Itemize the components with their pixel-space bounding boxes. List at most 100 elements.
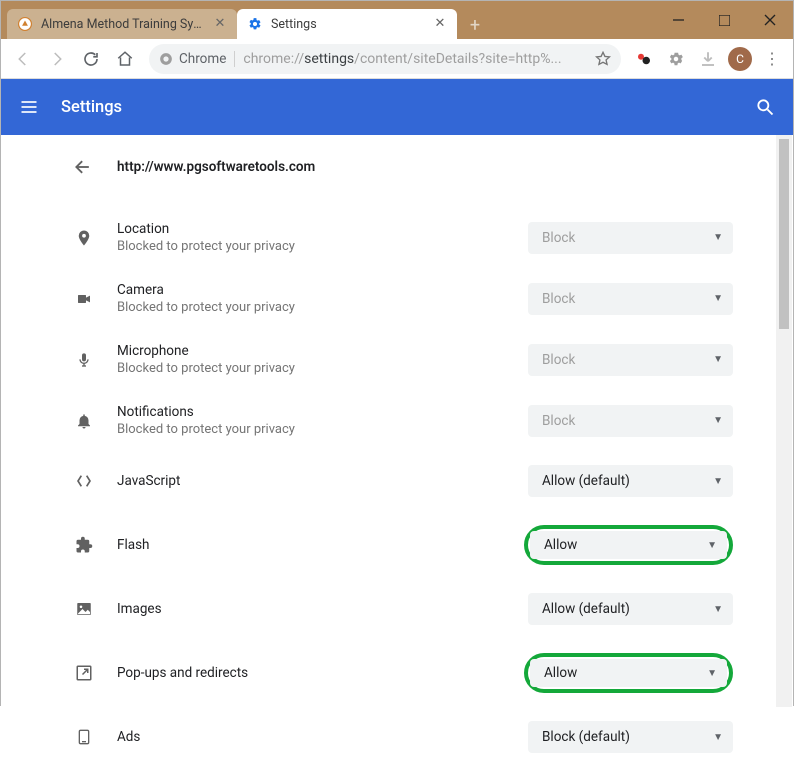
tab-almena[interactable]: Almena Method Training Systems ✕ bbox=[7, 9, 237, 39]
menu-icon[interactable]: ⋮ bbox=[757, 44, 787, 74]
permission-subtext: Blocked to protect your privacy bbox=[117, 300, 528, 315]
dropdown-triangle-icon: ▼ bbox=[713, 732, 723, 743]
permission-select-camera[interactable]: Block ▼ bbox=[528, 283, 733, 315]
permission-select-microphone[interactable]: Block ▼ bbox=[528, 344, 733, 376]
window-titlebar: Almena Method Training Systems ✕ Setting… bbox=[1, 1, 793, 39]
permission-select-popups[interactable]: Allow▼ bbox=[530, 659, 727, 687]
permission-name: Pop-ups and redirects bbox=[117, 665, 524, 681]
nav-forward-button[interactable] bbox=[41, 43, 73, 75]
dropdown-triangle-icon: ▼ bbox=[713, 604, 723, 615]
home-button[interactable] bbox=[109, 43, 141, 75]
maximize-button[interactable] bbox=[701, 1, 747, 39]
permission-row-images: Images Allow (default) ▼ bbox=[73, 579, 733, 639]
omnibox-separator bbox=[234, 51, 235, 67]
permission-name: JavaScript bbox=[117, 473, 528, 489]
favicon-almena bbox=[17, 16, 33, 32]
tab-title: Settings bbox=[271, 17, 427, 32]
close-window-button[interactable] bbox=[747, 1, 793, 39]
permission-text: Flash bbox=[117, 537, 524, 553]
permission-subtext: Blocked to protect your privacy bbox=[117, 361, 528, 376]
permission-value: Block bbox=[542, 291, 575, 307]
settings-content-wrap: http://www.pgsoftwaretools.com Location … bbox=[1, 135, 793, 707]
permission-value: Block bbox=[542, 413, 575, 429]
permission-name: Ads bbox=[117, 729, 528, 745]
permission-subtext: Blocked to protect your privacy bbox=[117, 239, 528, 254]
permission-select-images[interactable]: Allow (default) ▼ bbox=[528, 593, 733, 625]
favicon-settings bbox=[247, 16, 263, 32]
address-bar[interactable]: Chrome chrome://settings/content/siteDet… bbox=[149, 44, 621, 74]
dropdown-triangle-icon: ▼ bbox=[713, 293, 723, 304]
permission-text: Camera Blocked to protect your privacy bbox=[117, 282, 528, 315]
page-back-button[interactable] bbox=[73, 157, 93, 177]
permission-select-flash[interactable]: Allow▼ bbox=[530, 531, 727, 559]
bookmark-star-icon[interactable] bbox=[595, 51, 611, 67]
permissions-list: Location Blocked to protect your privacy… bbox=[73, 207, 733, 767]
permission-name: Location bbox=[117, 221, 528, 237]
permission-row-javascript: JavaScript Allow (default) ▼ bbox=[73, 451, 733, 511]
scrollbar-track[interactable] bbox=[776, 135, 792, 707]
search-icon[interactable] bbox=[755, 97, 775, 117]
reload-button[interactable] bbox=[75, 43, 107, 75]
permission-name: Images bbox=[117, 601, 528, 617]
dropdown-triangle-icon: ▼ bbox=[713, 476, 723, 487]
ads-icon bbox=[73, 727, 95, 747]
permission-select-location[interactable]: Block ▼ bbox=[528, 222, 733, 254]
dropdown-triangle-icon: ▼ bbox=[713, 354, 723, 365]
permission-row-camera: Camera Blocked to protect your privacy B… bbox=[73, 268, 733, 329]
settings-title: Settings bbox=[61, 98, 122, 117]
browser-toolbar: Chrome chrome://settings/content/siteDet… bbox=[1, 39, 793, 79]
tab-title: Almena Method Training Systems bbox=[41, 17, 207, 32]
close-tab-icon[interactable]: ✕ bbox=[213, 17, 227, 31]
chrome-chip: Chrome bbox=[159, 51, 226, 67]
nav-back-button[interactable] bbox=[7, 43, 39, 75]
dropdown-triangle-icon: ▼ bbox=[713, 232, 723, 243]
permission-value: Allow (default) bbox=[542, 601, 630, 617]
minimize-button[interactable] bbox=[655, 1, 701, 39]
new-tab-button[interactable]: + bbox=[461, 11, 489, 39]
site-url: http://www.pgsoftwaretools.com bbox=[117, 159, 315, 175]
url-text: chrome://settings/content/siteDetails?si… bbox=[243, 51, 561, 67]
permission-text: Pop-ups and redirects bbox=[117, 665, 524, 681]
permission-value: Block bbox=[542, 352, 575, 368]
permission-subtext: Blocked to protect your privacy bbox=[117, 422, 528, 437]
microphone-icon bbox=[73, 350, 95, 370]
permission-text: Ads bbox=[117, 729, 528, 745]
extension-icon-1[interactable] bbox=[629, 44, 659, 74]
permission-value: Allow (default) bbox=[542, 473, 630, 489]
javascript-icon bbox=[73, 473, 95, 489]
permission-name: Flash bbox=[117, 537, 524, 553]
permission-name: Microphone bbox=[117, 343, 528, 359]
permission-text: JavaScript bbox=[117, 473, 528, 489]
permission-text: Microphone Blocked to protect your priva… bbox=[117, 343, 528, 376]
permission-row-ads: Ads Block (default)▼ bbox=[73, 707, 733, 767]
dropdown-triangle-icon: ▼ bbox=[707, 540, 717, 551]
permission-value: Block bbox=[542, 230, 575, 246]
download-icon[interactable] bbox=[693, 44, 723, 74]
menu-hamburger-icon[interactable] bbox=[19, 97, 39, 117]
permission-name: Camera bbox=[117, 282, 528, 298]
flash-icon bbox=[73, 536, 95, 554]
permission-text: Location Blocked to protect your privacy bbox=[117, 221, 528, 254]
close-tab-icon[interactable]: ✕ bbox=[433, 17, 447, 31]
scrollbar-thumb[interactable] bbox=[779, 139, 789, 329]
notifications-icon bbox=[73, 411, 95, 431]
permission-row-notifications: Notifications Blocked to protect your pr… bbox=[73, 390, 733, 451]
page-header: http://www.pgsoftwaretools.com bbox=[73, 135, 733, 207]
permission-select-notifications[interactable]: Block ▼ bbox=[528, 405, 733, 437]
profile-avatar[interactable]: C bbox=[725, 44, 755, 74]
permission-select-javascript[interactable]: Allow (default) ▼ bbox=[528, 465, 733, 497]
camera-icon bbox=[73, 291, 95, 307]
permission-name: Notifications bbox=[117, 404, 528, 420]
highlight-ring: Allow▼ bbox=[524, 653, 733, 693]
extension-icon-2[interactable] bbox=[661, 44, 691, 74]
extension-icons: C ⋮ bbox=[629, 44, 787, 74]
popups-icon bbox=[73, 664, 95, 682]
tab-settings[interactable]: Settings ✕ bbox=[237, 9, 457, 39]
images-icon bbox=[73, 600, 95, 618]
permission-value: Allow bbox=[544, 665, 577, 681]
permission-row-flash: Flash Allow▼ bbox=[73, 511, 733, 579]
permission-text: Notifications Blocked to protect your pr… bbox=[117, 404, 528, 437]
dropdown-triangle-icon: ▼ bbox=[713, 415, 723, 426]
settings-header: Settings bbox=[1, 79, 793, 135]
permission-select-ads[interactable]: Block (default)▼ bbox=[528, 721, 733, 753]
